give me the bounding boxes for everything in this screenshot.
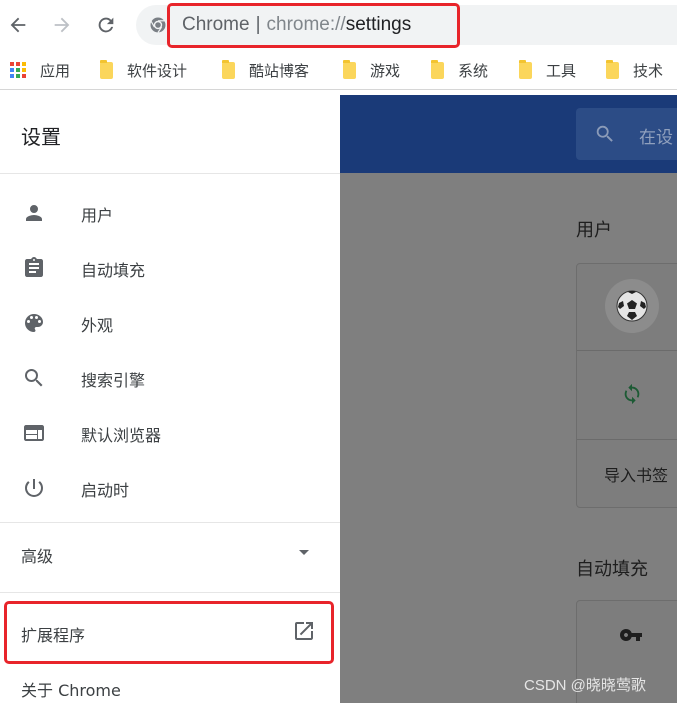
bookmark-folder[interactable]: 技术 (606, 58, 663, 82)
folder-icon (431, 59, 444, 79)
divider (577, 439, 677, 440)
sidebar-item-label: 默认浏览器 (81, 426, 162, 445)
back-button[interactable] (5, 12, 31, 38)
divider (577, 350, 677, 351)
search-icon (596, 125, 613, 142)
chrome-logo-icon (150, 17, 166, 33)
settings-header: 在设 (340, 95, 677, 173)
arrow-left-icon (10, 17, 26, 33)
bookmark-label: 酷站博客 (249, 61, 310, 80)
power-icon (24, 479, 43, 497)
sidebar-item-default-browser[interactable]: 默认浏览器 (0, 405, 340, 460)
bookmark-label: 工具 (546, 61, 577, 80)
sidebar-item-people[interactable]: 用户 (0, 185, 340, 240)
bookmark-folder[interactable]: 系统 (431, 58, 488, 82)
folder-icon (343, 59, 356, 79)
clipboard-icon (25, 257, 43, 277)
people-card: 导入书签 (576, 263, 677, 508)
bookmark-label: 系统 (458, 61, 489, 80)
url-highlight-box (167, 3, 460, 48)
bookmark-label: 应用 (40, 61, 71, 80)
watermark-text: CSDN @晓晓莺歌 (524, 677, 646, 694)
divider (0, 173, 340, 174)
search-placeholder: 在设 (639, 128, 673, 148)
page-title: 设置 (21, 125, 61, 149)
divider (0, 592, 340, 593)
apps-grid-icon (10, 62, 26, 78)
folder-icon (100, 59, 113, 79)
divider (0, 522, 340, 523)
bookmark-apps[interactable]: 应用 (10, 58, 70, 82)
bookmark-folder[interactable]: 工具 (519, 58, 576, 82)
avatar[interactable] (605, 279, 659, 333)
folder-icon (222, 59, 235, 79)
folder-icon (519, 59, 532, 79)
bookmark-label: 游戏 (370, 61, 401, 80)
settings-sidebar: 设置 用户 自动填充 外观 搜索引擎 默认浏览器 启动时 高级 扩展程序 关于 … (0, 95, 340, 703)
palette-icon (25, 314, 43, 332)
section-heading-autofill: 自动填充 (576, 559, 648, 580)
import-bookmarks-link[interactable]: 导入书签 (604, 462, 668, 486)
sidebar-item-appearance[interactable]: 外观 (0, 295, 340, 350)
bookmark-label: 技术 (633, 61, 664, 80)
sidebar-item-label: 外观 (81, 316, 114, 335)
key-icon[interactable] (619, 623, 643, 647)
bookmarks-bar: 应用 软件设计 酷站博客 游戏 系统 工具 技术 (0, 50, 677, 90)
reload-button[interactable] (93, 12, 119, 38)
sidebar-item-autofill[interactable]: 自动填充 (0, 240, 340, 295)
caret-down-icon[interactable] (299, 550, 309, 555)
sidebar-item-label: 自动填充 (81, 261, 146, 280)
person-icon (26, 205, 42, 221)
soccer-ball-icon (616, 290, 648, 322)
advanced-toggle[interactable]: 高级 (21, 543, 53, 567)
sync-icon[interactable] (621, 383, 643, 405)
bookmark-label: 软件设计 (127, 61, 188, 80)
folder-icon (606, 59, 619, 79)
reload-icon (98, 17, 114, 33)
sidebar-item-label: 搜索引擎 (81, 371, 146, 390)
sidebar-item-label: 用户 (81, 206, 114, 225)
extensions-highlight-box (4, 601, 334, 664)
sidebar-item-search-engine[interactable]: 搜索引擎 (0, 350, 340, 405)
browser-window-icon (24, 425, 44, 441)
about-chrome-link[interactable]: 关于 Chrome (21, 677, 121, 701)
section-heading-people: 用户 (576, 220, 612, 241)
forward-button[interactable] (49, 12, 75, 38)
arrow-right-icon (54, 17, 70, 33)
settings-search-input[interactable]: 在设 (576, 108, 677, 160)
bookmark-folder[interactable]: 软件设计 (100, 58, 187, 82)
bookmark-folder[interactable]: 酷站博客 (222, 58, 309, 82)
sidebar-item-label: 启动时 (81, 481, 130, 500)
browser-toolbar: Chrome | chrome://settings (0, 0, 677, 50)
search-icon (25, 369, 43, 387)
settings-main-overlay: 在设 用户 导入书签 自动填充 (340, 95, 677, 703)
bookmark-folder[interactable]: 游戏 (343, 58, 400, 82)
sidebar-item-on-startup[interactable]: 启动时 (0, 460, 340, 515)
